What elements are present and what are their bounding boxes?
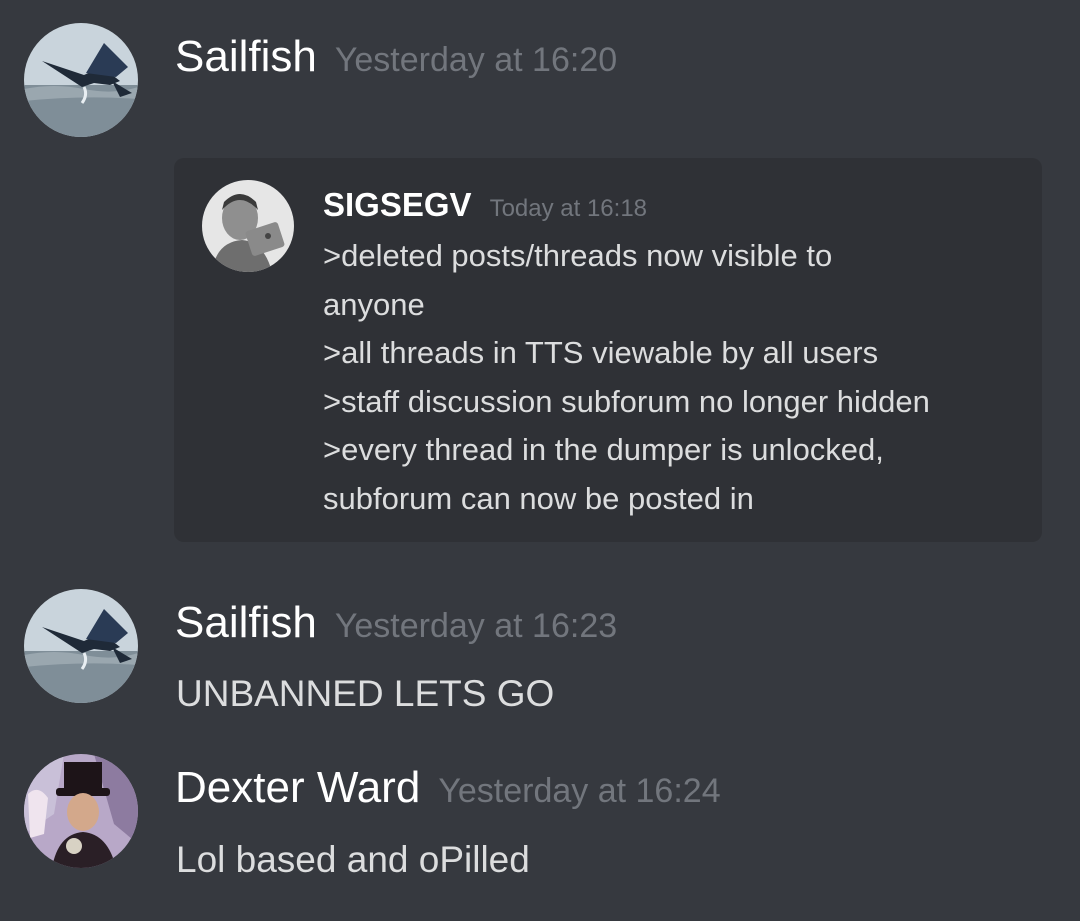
quoted-message-embed[interactable]: SIGSEGV Today at 16:18 >deleted posts/thr… (174, 158, 1042, 542)
username[interactable]: Sailfish (175, 32, 317, 81)
message-header: Sailfish Yesterday at 16:20 (175, 32, 617, 82)
timestamp: Yesterday at 16:23 (334, 607, 618, 645)
message-content: Lol based and oPilled (176, 839, 530, 880)
quoted-username[interactable]: SIGSEGV (323, 186, 472, 223)
timestamp: Yesterday at 16:24 (438, 772, 721, 810)
message-content: UNBANNED LETS GO (176, 673, 555, 714)
username[interactable]: Sailfish (175, 598, 317, 647)
quoted-line: >deleted posts/threads now visible to (323, 238, 833, 273)
quoted-timestamp: Today at 16:18 (489, 195, 648, 222)
top-hat-man-avatar[interactable] (24, 754, 138, 868)
quoted-line: >staff discussion subforum no longer hid… (323, 383, 930, 419)
man-with-laptop-avatar[interactable] (202, 180, 294, 272)
quoted-message-content: >deleted posts/threads now visible to an… (323, 232, 1023, 524)
quoted-line: >every thread in the dumper is unlocked, (323, 432, 884, 468)
quoted-line: anyone (323, 286, 425, 322)
quoted-line: subforum can now be posted in (323, 480, 754, 516)
timestamp: Yesterday at 16:20 (334, 41, 618, 79)
message-header: Dexter Ward Yesterday at 16:24 (175, 763, 721, 813)
quoted-line: >all threads in TTS viewable by all user… (323, 335, 879, 371)
username[interactable]: Dexter Ward (175, 763, 420, 812)
sailfish-avatar[interactable] (24, 23, 138, 137)
sailfish-avatar[interactable] (24, 589, 138, 703)
message-header: Sailfish Yesterday at 16:23 (175, 598, 617, 648)
quoted-message-header: SIGSEGV Today at 16:18 (323, 186, 647, 224)
